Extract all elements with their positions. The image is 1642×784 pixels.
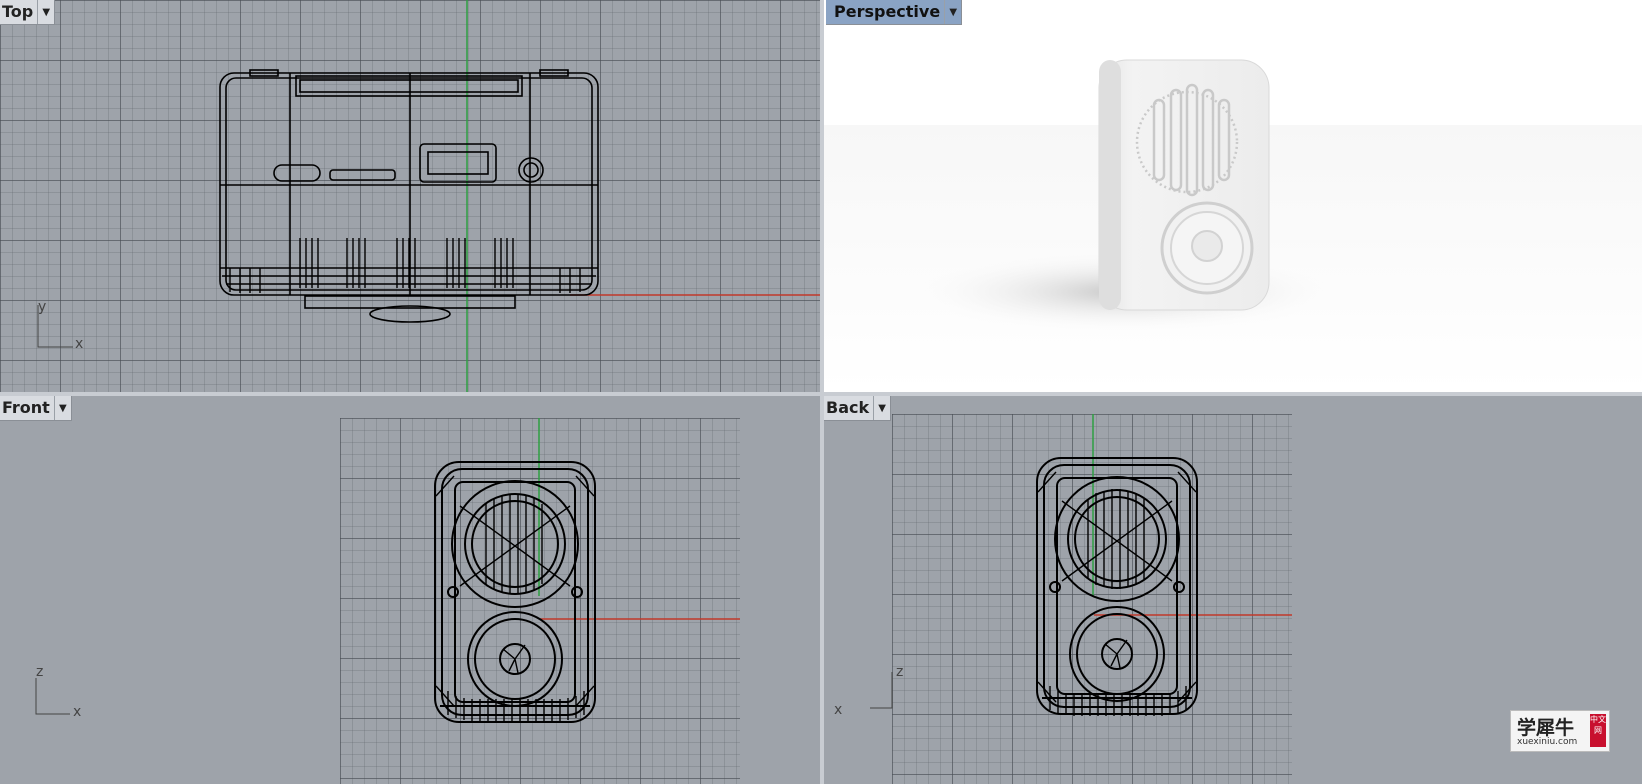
viewport-label-back[interactable]: Back ▼ (824, 396, 892, 421)
dropdown-arrow-icon[interactable]: ▼ (944, 0, 961, 24)
watermark-logo: 学犀牛 xuexiniu.com 中文网 (1510, 710, 1610, 752)
viewport-top[interactable]: y x Top ▼ (0, 0, 820, 392)
svg-text:x: x (834, 702, 842, 718)
viewport-label-front[interactable]: Front ▼ (0, 396, 72, 421)
top-wireframe: y x (37, 0, 820, 392)
viewport-title[interactable]: Perspective (826, 0, 944, 24)
watermark-badge: 中文网 (1590, 714, 1606, 747)
viewport-title[interactable]: Front (0, 396, 54, 420)
viewport-title[interactable]: Top (0, 0, 37, 24)
svg-text:x: x (73, 704, 81, 720)
front-wireframe: z x (35, 418, 740, 723)
dropdown-arrow-icon[interactable]: ▼ (37, 0, 54, 24)
watermark-text-en: xuexiniu.com (1517, 737, 1578, 747)
svg-text:x: x (75, 336, 83, 352)
viewport-title[interactable]: Back (824, 396, 873, 420)
viewport-front[interactable]: z x Front ▼ (0, 396, 820, 784)
perspective-render (824, 59, 1642, 392)
svg-text:z: z (36, 664, 43, 680)
viewport-label-top[interactable]: Top ▼ (0, 0, 56, 25)
watermark-text-cn: 学犀牛 (1517, 717, 1575, 739)
svg-text:y: y (38, 299, 46, 315)
viewport-label-perspective[interactable]: Perspective ▼ (826, 0, 963, 25)
viewport-perspective[interactable]: Perspective ▼ (824, 0, 1642, 392)
dropdown-arrow-icon[interactable]: ▼ (53, 396, 71, 420)
dropdown-arrow-icon[interactable]: ▼ (873, 396, 890, 420)
svg-text:z: z (896, 664, 903, 680)
